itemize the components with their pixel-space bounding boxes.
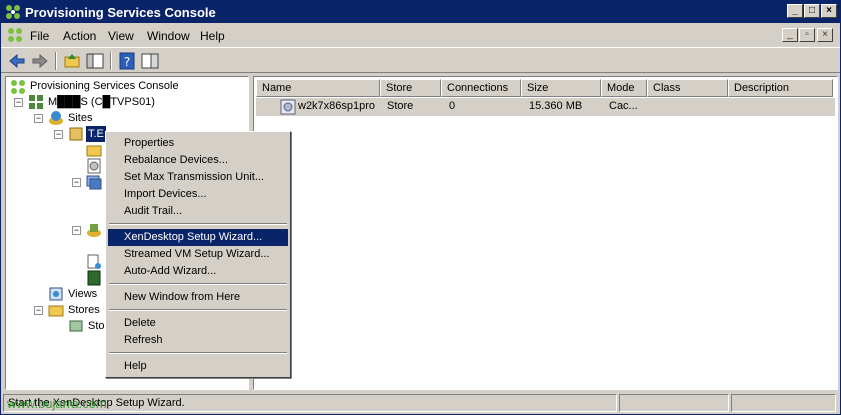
toolbar-separator bbox=[110, 52, 112, 70]
status-pane-3 bbox=[731, 394, 836, 412]
menu-action[interactable]: Action bbox=[63, 29, 96, 43]
servers-icon bbox=[87, 224, 101, 237]
child-close-button[interactable]: × bbox=[817, 28, 833, 42]
console-root-icon bbox=[11, 80, 25, 94]
menu-item-rebalance-devices[interactable]: Rebalance Devices... bbox=[108, 152, 288, 169]
menu-item-new-window[interactable]: New Window from Here bbox=[108, 289, 288, 306]
collapse-toggle[interactable]: − bbox=[72, 178, 81, 187]
menu-item-streamed-vm-wizard[interactable]: Streamed VM Setup Wizard... bbox=[108, 246, 288, 263]
menu-separator bbox=[109, 223, 287, 225]
tree-root-label[interactable]: Provisioning Services Console bbox=[30, 78, 179, 94]
menu-view[interactable]: View bbox=[108, 29, 134, 43]
cell-store: Store bbox=[387, 100, 414, 112]
title-bar[interactable]: Provisioning Services Console _ □ × bbox=[1, 1, 840, 23]
menu-bar: File Action View Window Help _ ▫ × bbox=[1, 25, 840, 45]
cell-name: w2k7x86sp1pro bbox=[298, 100, 376, 112]
maximize-button[interactable]: □ bbox=[804, 4, 820, 18]
toolbar: ? bbox=[1, 47, 840, 73]
menu-item-set-mtu[interactable]: Set Max Transmission Unit... bbox=[108, 169, 288, 186]
column-header-connections[interactable]: Connections bbox=[441, 79, 521, 97]
menu-file[interactable]: File bbox=[30, 29, 49, 43]
table-row[interactable]: w2k7x86sp1pro Store 0 15.360 MB Cac... bbox=[256, 98, 835, 116]
tree-server-label[interactable]: M███S (C█TVPS01) bbox=[48, 94, 155, 110]
store-icon bbox=[69, 320, 83, 332]
stores-folder-icon bbox=[48, 305, 64, 317]
tree-store-child-label[interactable]: Sto bbox=[88, 318, 105, 334]
properties-pane-icon[interactable] bbox=[140, 51, 160, 71]
site-icon bbox=[69, 127, 83, 141]
app-window: Provisioning Services Console _ □ × File… bbox=[0, 0, 841, 415]
show-hide-tree-icon[interactable] bbox=[85, 51, 105, 71]
context-menu: Properties Rebalance Devices... Set Max … bbox=[105, 131, 291, 378]
sites-icon bbox=[49, 111, 63, 125]
forward-arrow-icon[interactable] bbox=[30, 51, 50, 71]
collapse-toggle[interactable]: − bbox=[34, 114, 43, 123]
column-header-mode[interactable]: Mode bbox=[601, 79, 647, 97]
citrix-doc-icon[interactable] bbox=[7, 27, 23, 43]
up-folder-icon[interactable] bbox=[62, 51, 82, 71]
vdisk-icon bbox=[280, 99, 296, 115]
collapse-toggle[interactable]: − bbox=[14, 98, 23, 107]
views-icon bbox=[49, 287, 63, 301]
child-restore-button[interactable]: ▫ bbox=[799, 28, 815, 42]
collapse-toggle[interactable]: − bbox=[34, 306, 43, 315]
menu-item-xendesktop-wizard[interactable]: XenDesktop Setup Wizard... bbox=[108, 229, 288, 246]
menu-item-audit-trail[interactable]: Audit Trail... bbox=[108, 203, 288, 220]
toolbar-separator bbox=[55, 52, 57, 70]
menu-item-auto-add-wizard[interactable]: Auto-Add Wizard... bbox=[108, 263, 288, 280]
cell-mode: Cac... bbox=[609, 100, 638, 112]
tree-stores-label[interactable]: Stores bbox=[68, 302, 100, 318]
status-pane-2 bbox=[619, 394, 729, 412]
back-arrow-icon[interactable] bbox=[7, 51, 27, 71]
tree-site-selected[interactable]: T.E bbox=[86, 126, 106, 142]
citrix-app-icon bbox=[6, 5, 20, 19]
folder-icon bbox=[86, 145, 102, 157]
column-header-size[interactable]: Size bbox=[521, 79, 601, 97]
child-minimize-button[interactable]: _ bbox=[782, 28, 798, 42]
watermark: www.bujarra.com bbox=[7, 396, 107, 411]
vdisk-update-icon bbox=[87, 270, 101, 286]
menu-separator bbox=[109, 352, 287, 354]
column-header-description[interactable]: Description bbox=[728, 79, 833, 97]
tree-sites-label[interactable]: Sites bbox=[68, 110, 92, 126]
menu-separator bbox=[109, 309, 287, 311]
minimize-button[interactable]: _ bbox=[787, 4, 803, 18]
device-collection-icon bbox=[86, 175, 102, 190]
column-header-name[interactable]: Name bbox=[256, 79, 380, 97]
menu-item-properties[interactable]: Properties bbox=[108, 135, 288, 152]
details-list[interactable]: Name Store Connections Size Mode Class D… bbox=[253, 76, 838, 390]
vdisk-icon bbox=[87, 158, 101, 174]
column-header-class[interactable]: Class bbox=[647, 79, 728, 97]
close-button[interactable]: × bbox=[821, 4, 837, 18]
menu-item-delete[interactable]: Delete bbox=[108, 315, 288, 332]
column-header-store[interactable]: Store bbox=[380, 79, 441, 97]
menu-item-refresh[interactable]: Refresh bbox=[108, 332, 288, 349]
window-title: Provisioning Services Console bbox=[25, 5, 216, 20]
menu-item-import-devices[interactable]: Import Devices... bbox=[108, 186, 288, 203]
status-bar: Start the XenDesktop Setup Wizard. www.b… bbox=[1, 393, 840, 414]
menu-help[interactable]: Help bbox=[200, 29, 225, 43]
help-icon[interactable]: ? bbox=[117, 51, 137, 71]
cell-size: 15.360 MB bbox=[529, 100, 583, 112]
cell-connections: 0 bbox=[449, 100, 456, 112]
collapse-toggle[interactable]: − bbox=[54, 130, 63, 139]
menu-item-help[interactable]: Help bbox=[108, 358, 288, 375]
tree-views-label[interactable]: Views bbox=[68, 286, 97, 302]
menu-separator bbox=[109, 283, 287, 285]
menu-window[interactable]: Window bbox=[147, 29, 190, 43]
svg-text:?: ? bbox=[124, 55, 130, 69]
farm-icon bbox=[29, 95, 43, 109]
collapse-toggle[interactable]: − bbox=[72, 226, 81, 235]
vdisk-pool-icon bbox=[87, 254, 101, 269]
